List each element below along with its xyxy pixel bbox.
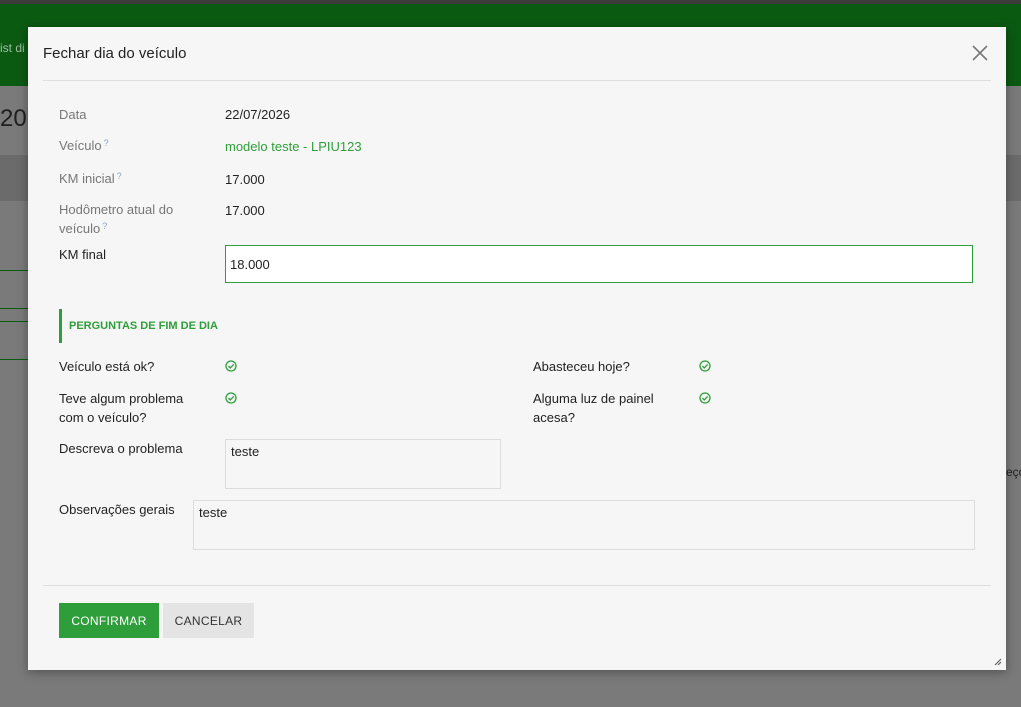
question-problema: Teve algum problema com o veículo?	[59, 389, 183, 427]
app-divider	[0, 270, 28, 271]
resize-handle-icon[interactable]	[994, 658, 1002, 666]
km-inicial-value: 17.000	[225, 172, 265, 187]
veiculo-label: Veículo?	[59, 136, 109, 155]
check-circle-icon[interactable]	[699, 392, 711, 404]
check-circle-icon[interactable]	[699, 360, 711, 372]
hodometro-label: Hodômetro atual do veículo?	[59, 200, 173, 238]
question-luz-painel: Alguma luz de painel acesa?	[533, 389, 654, 427]
question-abasteceu: Abasteceu hoje?	[533, 359, 630, 374]
confirm-button[interactable]: CONFIRMAR	[59, 603, 159, 638]
question-problema-line2: com o veículo?	[59, 410, 147, 425]
km-final-label: KM final	[59, 247, 106, 262]
observacoes-textarea[interactable]: teste	[193, 500, 975, 550]
vehicle-link[interactable]: modelo teste - LPIU123	[225, 139, 362, 154]
km-inicial-label: KM inicial?	[59, 169, 122, 188]
check-circle-icon[interactable]	[225, 360, 237, 372]
help-icon[interactable]: ?	[104, 138, 109, 148]
question-luz-painel-line1: Alguma luz de painel	[533, 391, 654, 406]
dialog-header: Fechar dia do veículo	[43, 27, 991, 81]
data-label: Data	[59, 107, 87, 122]
close-icon[interactable]	[969, 42, 991, 64]
hodometro-label-line1: Hodômetro atual do	[59, 202, 174, 217]
app-right-text: eço	[1006, 465, 1021, 479]
app-divider	[0, 321, 28, 322]
app-divider	[0, 308, 28, 309]
cancel-button[interactable]: CANCELAR	[163, 603, 254, 638]
km-inicial-label-text: KM inicial	[59, 171, 115, 186]
hodometro-value: 17.000	[225, 203, 265, 218]
hodometro-label-line2-wrap: veículo?	[59, 219, 173, 238]
help-icon[interactable]: ?	[117, 171, 122, 181]
close-day-dialog: Fechar dia do veículo Data 22/07/2026 Ve…	[28, 27, 1006, 670]
hodometro-label-line2: veículo	[59, 221, 101, 236]
app-page-title: 20	[0, 105, 27, 132]
app-header-text: ist di	[0, 41, 25, 55]
question-problema-line1: Teve algum problema	[59, 391, 184, 406]
question-luz-painel-line2: acesa?	[533, 410, 575, 425]
descreva-label: Descreva o problema	[59, 441, 183, 456]
dialog-title: Fechar dia do veículo	[43, 45, 187, 62]
km-final-input[interactable]	[225, 245, 973, 283]
app-divider	[0, 359, 28, 360]
section-header: PERGUNTAS DE FIM DE DIA	[59, 309, 362, 343]
veiculo-label-text: Veículo	[59, 138, 102, 153]
section-title: PERGUNTAS DE FIM DE DIA	[69, 320, 218, 332]
help-icon[interactable]: ?	[102, 221, 107, 231]
footer-divider	[43, 585, 991, 586]
observacoes-label: Observações gerais	[59, 502, 175, 517]
data-value: 22/07/2026	[225, 107, 291, 122]
descreva-textarea[interactable]: teste	[225, 439, 501, 489]
check-circle-icon[interactable]	[225, 392, 237, 404]
question-veiculo-ok: Veículo está ok?	[59, 359, 155, 374]
